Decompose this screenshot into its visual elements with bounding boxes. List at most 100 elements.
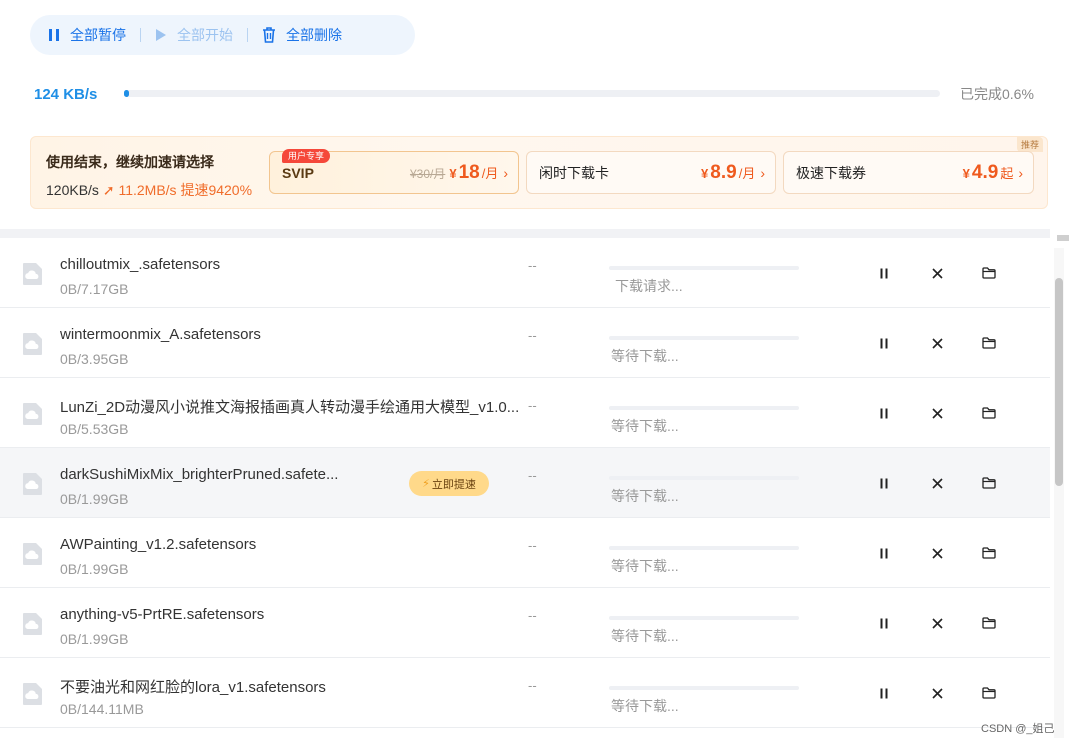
download-row[interactable]: AWPainting_v1.2.safetensors 0B/1.99GB --… [0,518,1050,588]
close-icon[interactable] [928,544,946,562]
cloud-file-icon [22,472,43,496]
lightning-icon: ⚡ [422,478,430,490]
chevron-right-icon: › [1018,164,1023,181]
pause-all-button[interactable]: 全部暂停 [48,25,126,45]
file-name: wintermoonmix_A.safetensors [60,326,261,343]
delete-all-button[interactable]: 全部删除 [262,25,342,45]
cloud-file-icon [22,542,43,566]
folder-icon[interactable] [980,684,998,702]
close-icon[interactable] [928,264,946,282]
offer-name: 闲时下载卡 [539,164,609,181]
boost-now-button[interactable]: ⚡ 立即提速 [409,471,489,496]
folder-icon[interactable] [980,264,998,282]
close-icon[interactable] [928,474,946,492]
file-name: anything-v5-PrtRE.safetensors [60,606,265,623]
file-speed: -- [528,258,537,273]
close-icon[interactable] [928,684,946,702]
file-status: 等待下载... [611,348,679,364]
offer-unit: /月 [738,165,756,181]
download-row[interactable]: LunZi_2D动漫风小说推文海报插画真人转动漫手绘通用大模型_v1.0... … [0,378,1050,448]
file-status: 下载请求... [615,278,683,294]
pause-icon [48,28,60,42]
overall-progress-bar [124,90,940,97]
offer-idle-card[interactable]: 闲时下载卡 ¥ 8.9 /月 › [526,151,776,194]
cloud-file-icon [22,332,43,356]
boosted-speed-text: 11.2MB/s 提速9420% [118,182,253,198]
close-icon[interactable] [928,404,946,422]
pause-icon[interactable] [875,474,893,492]
offer-name: SVIP [282,164,314,181]
folder-icon[interactable] [980,544,998,562]
current-speed-text: 120KB/s [46,182,99,198]
boost-now-label: 立即提速 [431,478,476,491]
download-row[interactable]: darkSushiMixMix_brighterPruned.safete...… [0,448,1050,518]
pause-icon[interactable] [875,614,893,632]
speedup-promo-banner: 推荐 使用结束，继续加速请选择 120KB/s ➚ 11.2MB/s 提速942… [30,136,1048,209]
file-progress-bar [609,476,799,480]
cloud-file-icon [22,402,43,426]
file-status: 等待下载... [611,558,679,574]
download-list: chilloutmix_.safetensors 0B/7.17GB -- 下载… [0,238,1050,728]
completed-percent: 已完成0.6% [960,86,1034,102]
pause-icon[interactable] [875,544,893,562]
offer-old-price: ¥30/月 [409,166,446,181]
pause-icon[interactable] [875,404,893,422]
offer-price: 18 [458,161,480,183]
list-header-strip [0,229,1050,238]
download-row[interactable]: chilloutmix_.safetensors 0B/7.17GB -- 下载… [0,238,1050,308]
offer-currency: ¥ [701,165,709,181]
total-speed: 124 KB/s [34,86,98,103]
file-progress-bar [609,266,799,270]
pause-icon[interactable] [875,684,893,702]
pause-icon[interactable] [875,334,893,352]
file-size: 0B/7.17GB [60,281,129,297]
play-icon [155,28,167,42]
file-status: 等待下载... [611,698,679,714]
offer-speed-coupon[interactable]: 极速下载券 ¥ 4.9 起 › [783,151,1034,194]
folder-icon[interactable] [980,474,998,492]
file-size: 0B/1.99GB [60,631,129,647]
close-icon[interactable] [928,334,946,352]
offer-price: 8.9 [710,161,737,183]
recommend-tag: 推荐 [1016,137,1043,152]
folder-icon[interactable] [980,404,998,422]
offer-svip[interactable]: 用户专享 SVIP ¥30/月 ¥ 18 /月 › [269,149,519,194]
file-speed: -- [528,328,537,343]
folder-icon[interactable] [980,334,998,352]
offer-unit: /月 [481,165,499,181]
file-speed: -- [528,678,537,693]
pause-icon[interactable] [875,264,893,282]
download-row[interactable]: wintermoonmix_A.safetensors 0B/3.95GB --… [0,308,1050,378]
file-status: 等待下载... [611,628,679,644]
offer-currency: ¥ [962,165,970,181]
cloud-file-icon [22,682,43,706]
file-size: 0B/144.11MB [60,701,144,717]
file-speed: -- [528,608,537,623]
download-toolbar: 全部暂停 全部开始 全部删除 [30,15,415,55]
close-icon[interactable] [928,614,946,632]
exclusive-badge: 用户专享 [282,149,331,163]
scrollbar-thumb[interactable] [1055,278,1063,486]
file-speed: -- [528,538,537,553]
promo-title: 使用结束，继续加速请选择 [46,154,214,170]
file-size: 0B/1.99GB [60,561,129,577]
promo-speed-compare: 120KB/s ➚ 11.2MB/s 提速9420% [46,180,252,200]
pause-all-label: 全部暂停 [70,27,126,43]
delete-all-label: 全部删除 [286,27,342,43]
offer-unit: 起 [1000,165,1014,181]
file-name: 不要油光和网红脸的lora_v1.safetensors [60,679,326,696]
watermark: CSDN @_姐己 [981,723,1055,735]
file-name: AWPainting_v1.2.safetensors [60,536,257,553]
file-speed: -- [528,398,537,413]
download-row[interactable]: anything-v5-PrtRE.safetensors 0B/1.99GB … [0,588,1050,658]
start-all-button[interactable]: 全部开始 [155,25,233,45]
file-progress-bar [609,546,799,550]
file-progress-bar [609,336,799,340]
trash-icon [262,27,276,43]
toolbar-divider [140,28,141,42]
file-size: 0B/5.53GB [60,421,129,437]
scrollbar-arrow[interactable] [1057,235,1069,241]
download-row[interactable]: 不要油光和网红脸的lora_v1.safetensors 0B/144.11MB… [0,658,1050,728]
chevron-right-icon: › [503,164,508,181]
folder-icon[interactable] [980,614,998,632]
